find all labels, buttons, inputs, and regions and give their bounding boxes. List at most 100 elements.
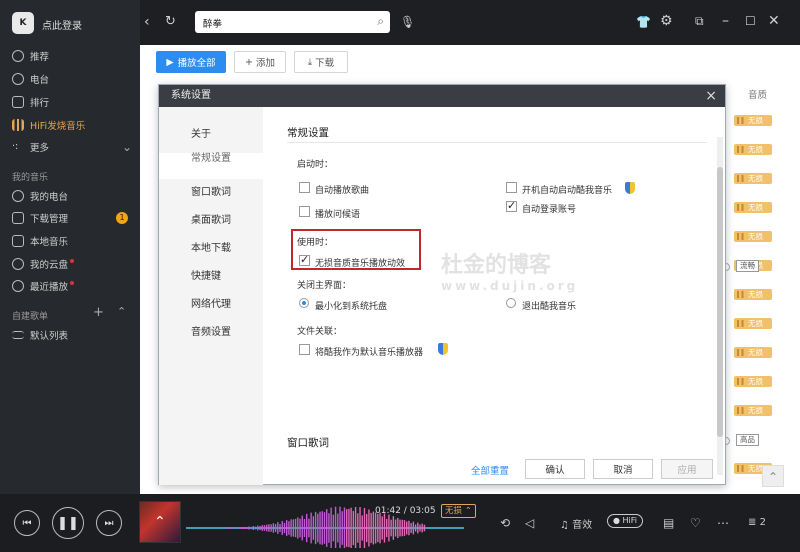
default-player-checkbox[interactable]	[299, 344, 310, 355]
quality-badge: 无损	[734, 289, 772, 300]
shield-icon	[625, 182, 635, 194]
minimize-tray-label: 最小化到系统托盘	[315, 302, 388, 312]
menu-item-proxy[interactable]: 网络代理	[191, 295, 231, 310]
sidebar-item-recommend[interactable]: 推荐	[12, 47, 132, 65]
waveform-bar	[361, 515, 363, 541]
hifi-toggle[interactable]: ● HiFi	[607, 514, 644, 528]
sidebar-item-radio[interactable]: 电台	[12, 70, 132, 88]
login-link[interactable]: 点此登录	[42, 17, 82, 32]
back-icon[interactable]: ‹	[144, 14, 150, 30]
waveform-bar	[263, 525, 266, 531]
autostart-checkbox[interactable]	[506, 182, 517, 193]
cancel-button[interactable]: 取消	[593, 459, 653, 479]
waveform-bar	[306, 513, 308, 543]
menu-item-audio[interactable]: 音频设置	[191, 323, 231, 338]
refresh-icon[interactable]: ↻	[165, 14, 176, 30]
sidebar-item-more[interactable]: ·: 更多 ⌄	[12, 138, 132, 156]
menu-item-local-download[interactable]: 本地下载	[191, 239, 231, 254]
watermark-title: 杜金的博客	[441, 253, 552, 278]
settings-icon[interactable]: ⚙	[660, 13, 673, 29]
search-input[interactable]: 醉拳	[203, 16, 222, 30]
sidebar-item-my-radio[interactable]: 我的电台	[12, 187, 132, 205]
download-button[interactable]: ⤓ 下载	[294, 51, 348, 73]
sidebar-item-label: 电台	[30, 75, 50, 86]
quality-selector[interactable]: 无损 ⌃	[441, 504, 476, 518]
previous-button[interactable]: ⏮	[14, 510, 40, 536]
menu-item-window-lyrics[interactable]: 窗口歌词	[191, 183, 231, 198]
pause-button[interactable]: ❚❚	[52, 507, 84, 539]
add-playlist-icon[interactable]: +	[93, 305, 104, 320]
scrollbar-thumb[interactable]	[717, 167, 723, 437]
more-options-icon[interactable]: ⋯	[717, 516, 729, 530]
next-icon: ⏭	[104, 517, 114, 529]
sidebar-item-hifi[interactable]: HiFi发烧音乐	[12, 116, 132, 134]
waveform-bar	[370, 512, 372, 544]
waveform-bar	[268, 524, 270, 532]
my-radio-icon	[12, 190, 24, 202]
logo-text: K	[19, 18, 27, 28]
recent-icon	[12, 280, 24, 292]
volume-icon[interactable]: ◁	[525, 516, 534, 530]
menu-item-about[interactable]: 关于	[191, 125, 211, 140]
autologin-checkbox[interactable]	[506, 199, 517, 212]
waveform-bar	[417, 522, 419, 534]
add-button[interactable]: + 添加	[234, 51, 286, 73]
ok-button[interactable]: 确认	[525, 459, 585, 479]
favorite-icon[interactable]: ♡	[690, 516, 701, 530]
skin-icon[interactable]: 👕	[636, 14, 651, 30]
hifi-dot-icon: ●	[613, 516, 620, 525]
menu-item-desktop-lyrics[interactable]: 桌面歌词	[191, 211, 231, 226]
menu-item-general[interactable]: 常规设置	[159, 153, 263, 179]
sound-effect-button[interactable]: ♫ 音效	[560, 516, 592, 531]
waveform-bar	[261, 525, 263, 531]
download-icon	[12, 212, 24, 224]
reset-all-link[interactable]: 全部重置	[471, 463, 509, 477]
sidebar-item-default-list[interactable]: 默认列表	[12, 326, 132, 344]
minimize-icon[interactable]: –	[722, 13, 729, 29]
lyrics-icon[interactable]: ▤	[663, 516, 674, 530]
exit-app-radio[interactable]	[506, 298, 516, 308]
sidebar-item-recent[interactable]: 最近播放	[12, 277, 132, 295]
sidebar-item-ranking[interactable]: 排行	[12, 93, 132, 111]
chevron-up-icon[interactable]: ⌃	[117, 305, 126, 318]
play-queue-button[interactable]: ≣ 2	[748, 517, 766, 528]
next-button[interactable]: ⏭	[96, 510, 122, 536]
app-logo[interactable]: K	[12, 12, 34, 34]
close-icon[interactable]: ✕	[768, 13, 780, 29]
sidebar-item-local[interactable]: 本地音乐	[12, 232, 132, 250]
search-box[interactable]: 醉拳 ⌕	[195, 11, 390, 33]
waveform-bar	[308, 518, 310, 538]
sidebar-item-label: 本地音乐	[30, 237, 69, 248]
loop-mode-icon[interactable]: ⟲	[500, 516, 510, 530]
waveform-bar	[328, 513, 330, 543]
local-music-icon	[12, 235, 24, 247]
waveform-bar	[332, 514, 335, 542]
scrollbar[interactable]	[717, 137, 723, 475]
waveform-bar	[366, 513, 368, 543]
maximize-icon[interactable]: ☐	[745, 13, 756, 29]
quality-badge: 流畅	[736, 260, 759, 272]
back-to-top-button[interactable]: ⌃	[762, 465, 784, 487]
autostart-label: 开机自动启动酷我音乐	[522, 186, 613, 196]
mic-icon[interactable]: 🎙	[400, 14, 415, 30]
greeting-checkbox[interactable]	[299, 206, 310, 217]
minimize-tray-radio[interactable]	[299, 298, 309, 308]
exit-app-label: 退出酷我音乐	[522, 302, 577, 312]
album-cover[interactable]: ⌃	[139, 501, 181, 543]
autoplay-checkbox[interactable]	[299, 182, 310, 193]
search-icon[interactable]: ⌕	[377, 14, 384, 29]
apply-button[interactable]: 应用	[661, 459, 713, 479]
waveform-bar	[348, 508, 350, 548]
play-all-button[interactable]: ▶ 播放全部	[156, 51, 226, 73]
sidebar-item-label: 最近播放	[30, 282, 69, 293]
sidebar-item-cloud[interactable]: 我的云盘	[12, 255, 132, 273]
more-icon: ·:	[12, 141, 19, 152]
waveform-bar	[286, 520, 288, 536]
sidebar-item-download[interactable]: 下载管理	[12, 209, 132, 227]
top-bar: ‹ ↻ 醉拳 ⌕ 🎙 👕 ⚙ ⧉ – ☐ ✕	[140, 0, 800, 45]
mini-mode-icon[interactable]: ⧉	[695, 13, 704, 29]
waveform-bar	[412, 521, 415, 535]
menu-item-shortcuts[interactable]: 快捷键	[191, 267, 221, 282]
dialog-close-icon[interactable]: ×	[705, 85, 717, 107]
waveform-bar	[410, 523, 412, 533]
